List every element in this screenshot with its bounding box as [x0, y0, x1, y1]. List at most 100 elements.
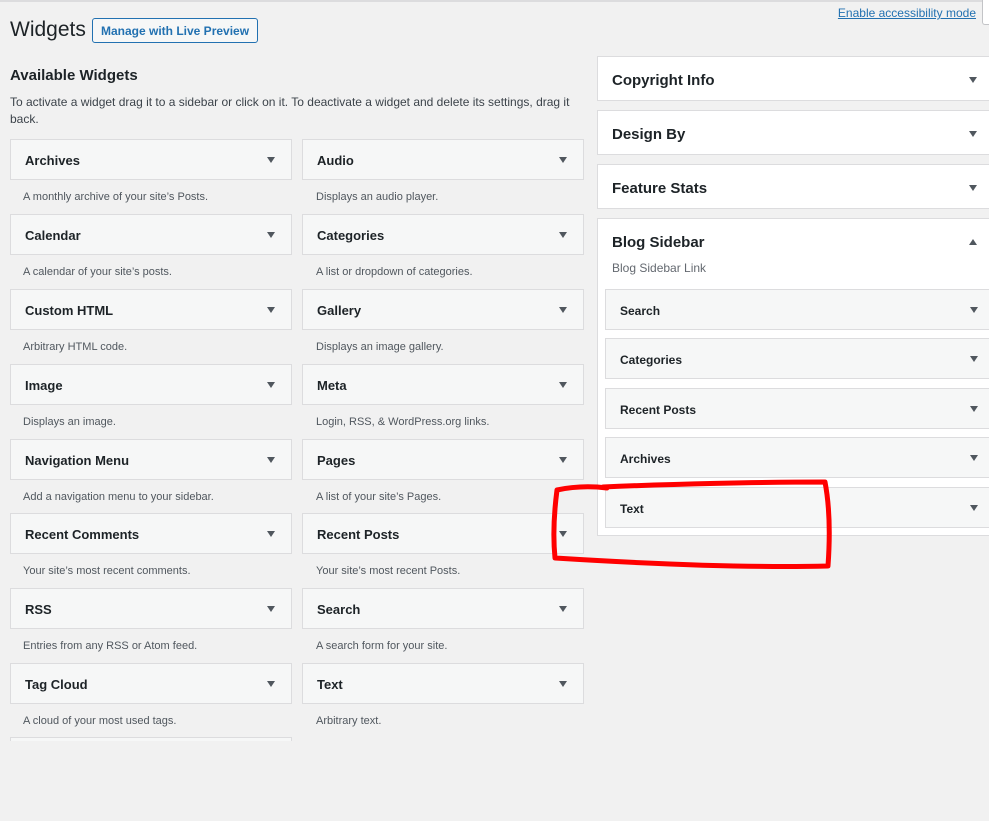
- widget-title: Gallery: [317, 303, 362, 318]
- sidebar-widget-recent-posts[interactable]: Recent Posts: [605, 388, 989, 429]
- widget-text[interactable]: Text: [302, 663, 584, 704]
- widget-description: A cloud of your most used tags.: [23, 715, 177, 727]
- arrow-down-icon[interactable]: [559, 606, 567, 612]
- widget-title: Search: [620, 304, 661, 318]
- widget-title: Categories: [620, 353, 683, 367]
- widget-title: Image: [25, 378, 63, 393]
- arrow-down-icon[interactable]: [969, 185, 977, 191]
- sidebar-widget-categories[interactable]: Categories: [605, 338, 989, 379]
- widget-gallery[interactable]: Gallery: [302, 289, 584, 330]
- arrow-down-icon[interactable]: [970, 505, 978, 511]
- widget-partially-visible[interactable]: [10, 737, 292, 741]
- widget-recent-posts[interactable]: Recent Posts: [302, 513, 584, 554]
- widget-description: A search form for your site.: [316, 640, 448, 652]
- widget-description: Login, RSS, & WordPress.org links.: [316, 416, 490, 428]
- widget-title: Tag Cloud: [25, 677, 88, 692]
- arrow-down-icon[interactable]: [267, 531, 275, 537]
- screen-options-tab[interactable]: [982, 0, 989, 25]
- widget-rss[interactable]: RSS: [10, 588, 292, 629]
- widget-area-copyright-info[interactable]: Copyright Info: [597, 56, 989, 101]
- widget-description: A list or dropdown of categories.: [316, 266, 473, 278]
- arrow-up-icon[interactable]: [969, 239, 977, 245]
- widget-pages[interactable]: Pages: [302, 439, 584, 480]
- widget-description: A calendar of your site’s posts.: [23, 266, 172, 278]
- widget-categories[interactable]: Categories: [302, 214, 584, 255]
- widget-description: Entries from any RSS or Atom feed.: [23, 640, 198, 652]
- widget-title: Archives: [25, 153, 80, 168]
- widget-search[interactable]: Search: [302, 588, 584, 629]
- widget-image[interactable]: Image: [10, 364, 292, 405]
- arrow-down-icon[interactable]: [969, 77, 977, 83]
- arrow-down-icon[interactable]: [559, 157, 567, 163]
- widget-title: Recent Comments: [25, 527, 140, 542]
- widget-recent-comments[interactable]: Recent Comments: [10, 513, 292, 554]
- widget-title: Archives: [620, 452, 671, 466]
- widget-description: A list of your site’s Pages.: [316, 491, 442, 503]
- arrow-down-icon[interactable]: [267, 681, 275, 687]
- widget-title: Calendar: [25, 228, 81, 243]
- arrow-down-icon[interactable]: [267, 232, 275, 238]
- manage-with-live-preview-button[interactable]: Manage with Live Preview: [92, 18, 259, 43]
- available-widgets-description: To activate a widget drag it to a sideba…: [10, 95, 570, 126]
- top-border: [0, 0, 989, 2]
- sidebar-widget-archives[interactable]: Archives: [605, 437, 989, 478]
- arrow-down-icon[interactable]: [267, 457, 275, 463]
- sidebar-widget-text[interactable]: Text: [605, 487, 989, 528]
- widget-meta[interactable]: Meta: [302, 364, 584, 405]
- arrow-down-icon[interactable]: [267, 157, 275, 163]
- widget-title: Meta: [317, 378, 347, 393]
- page-title: Widgets: [10, 18, 86, 41]
- widget-area-title: Blog Sidebar: [612, 234, 705, 251]
- widget-custom-html[interactable]: Custom HTML: [10, 289, 292, 330]
- widget-area-blog-sidebar[interactable]: Blog Sidebar Blog Sidebar Link Search Ca…: [597, 218, 989, 536]
- enable-accessibility-mode-link[interactable]: Enable accessibility mode: [838, 6, 976, 20]
- widget-title: Pages: [317, 453, 356, 468]
- widget-description: A monthly archive of your site’s Posts.: [23, 191, 209, 203]
- widget-area-description: Blog Sidebar Link: [612, 261, 707, 275]
- arrow-down-icon[interactable]: [559, 307, 567, 313]
- arrow-down-icon[interactable]: [970, 406, 978, 412]
- widget-tag-cloud[interactable]: Tag Cloud: [10, 663, 292, 704]
- widget-area-feature-stats[interactable]: Feature Stats: [597, 164, 989, 209]
- widget-area-title: Feature Stats: [612, 180, 708, 197]
- sidebar-widget-search[interactable]: Search: [605, 289, 989, 330]
- arrow-down-icon[interactable]: [267, 307, 275, 313]
- arrow-down-icon[interactable]: [970, 455, 978, 461]
- widget-description: Displays an image.: [23, 416, 116, 428]
- widget-description: Displays an audio player.: [316, 191, 439, 203]
- arrow-down-icon[interactable]: [969, 131, 977, 137]
- arrow-down-icon[interactable]: [970, 356, 978, 362]
- widget-description: Add a navigation menu to your sidebar.: [23, 491, 214, 503]
- arrow-down-icon[interactable]: [559, 457, 567, 463]
- widget-description: Your site’s most recent Posts.: [316, 565, 461, 577]
- widget-title: Recent Posts: [620, 403, 697, 417]
- arrow-down-icon[interactable]: [559, 382, 567, 388]
- arrow-down-icon[interactable]: [970, 307, 978, 313]
- widget-description: Arbitrary text.: [316, 715, 382, 727]
- widget-title: Text: [317, 677, 343, 692]
- widget-title: Text: [620, 502, 644, 516]
- widget-area-title: Design By: [612, 126, 686, 143]
- arrow-down-icon[interactable]: [559, 232, 567, 238]
- arrow-down-icon[interactable]: [267, 382, 275, 388]
- widget-archives[interactable]: Archives: [10, 139, 292, 180]
- available-widgets-title: Available Widgets: [10, 67, 138, 84]
- widget-audio[interactable]: Audio: [302, 139, 584, 180]
- widget-area-title: Copyright Info: [612, 72, 715, 89]
- widget-title: Categories: [317, 228, 385, 243]
- widget-description: Your site’s most recent comments.: [23, 565, 191, 577]
- widget-navigation-menu[interactable]: Navigation Menu: [10, 439, 292, 480]
- widget-calendar[interactable]: Calendar: [10, 214, 292, 255]
- widget-description: Displays an image gallery.: [316, 341, 444, 353]
- widget-area-design-by[interactable]: Design By: [597, 110, 989, 155]
- widget-title: RSS: [25, 602, 52, 617]
- arrow-down-icon[interactable]: [559, 681, 567, 687]
- widget-description: Arbitrary HTML code.: [23, 341, 128, 353]
- arrow-down-icon[interactable]: [267, 606, 275, 612]
- widget-title: Custom HTML: [25, 303, 114, 318]
- widget-title: Search: [317, 602, 361, 617]
- widget-title: Audio: [317, 153, 354, 168]
- widget-title: Navigation Menu: [25, 453, 130, 468]
- arrow-down-icon[interactable]: [559, 531, 567, 537]
- widget-title: Recent Posts: [317, 527, 400, 542]
